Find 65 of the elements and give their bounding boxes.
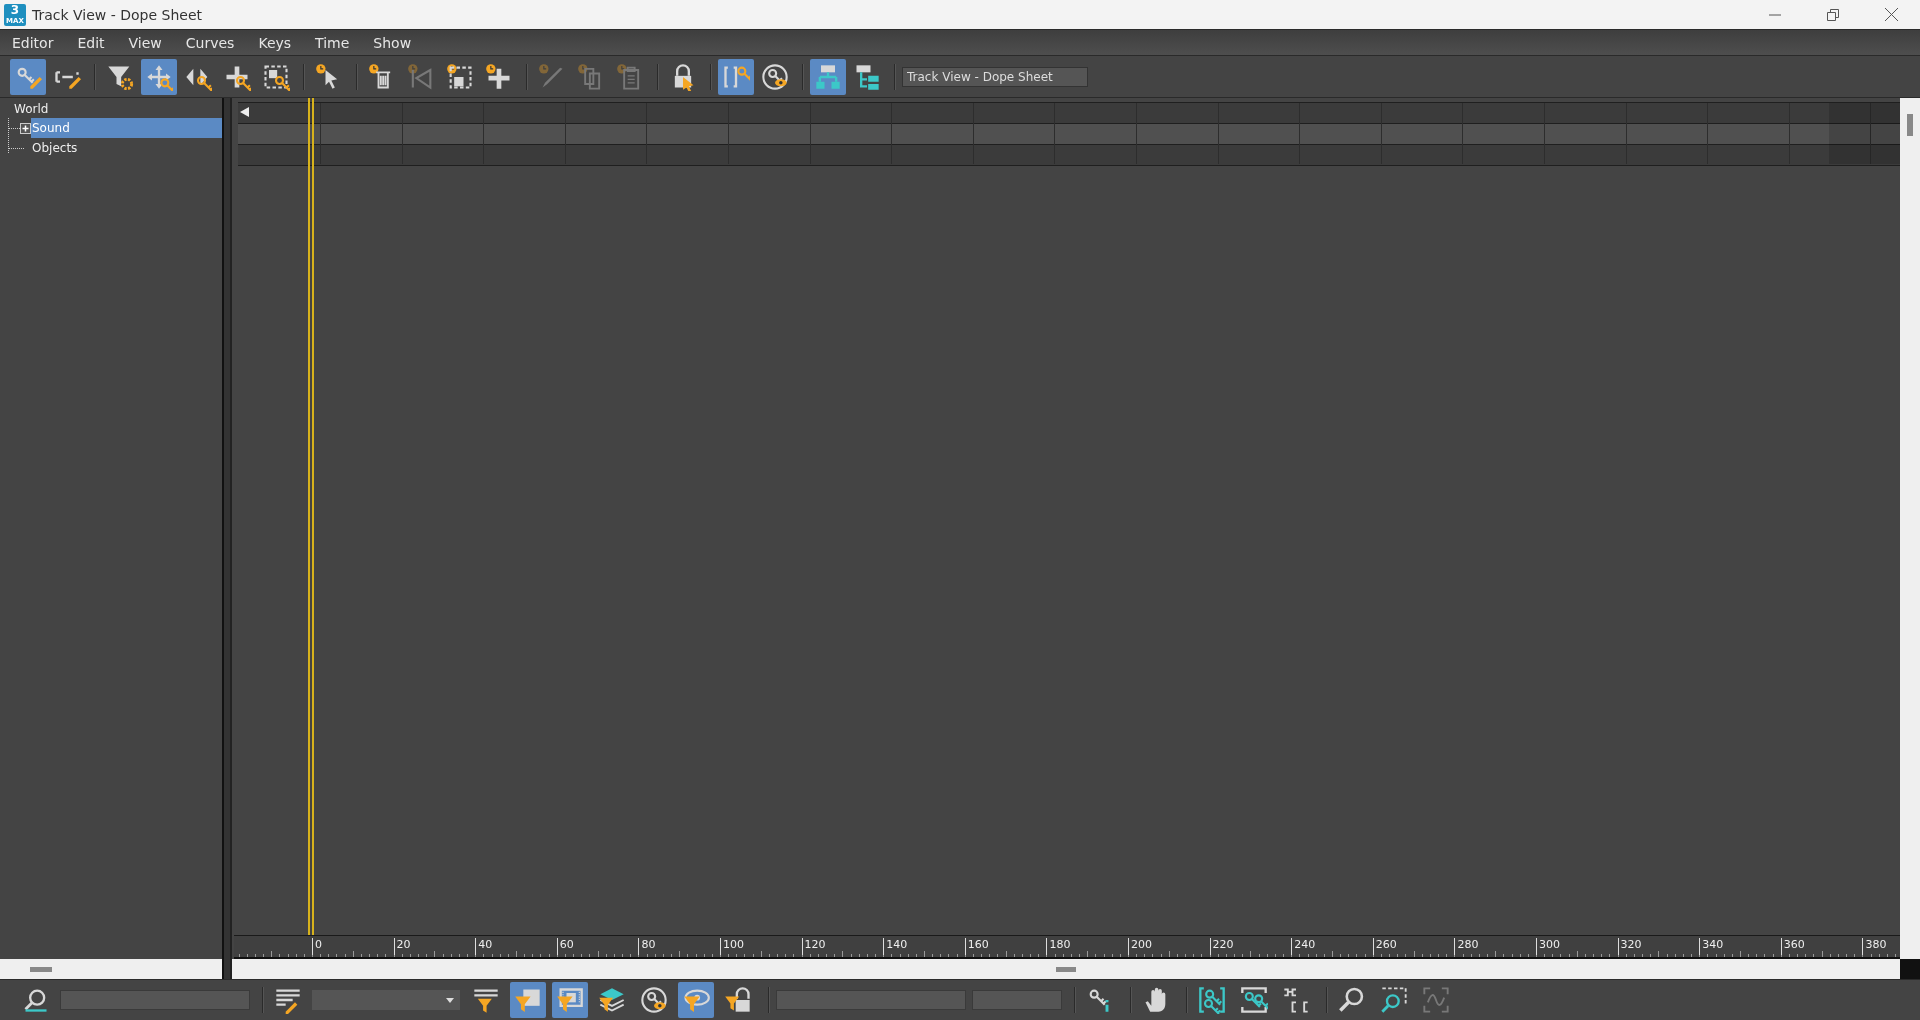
ruler-label: 20: [393, 938, 411, 955]
filter-film-icon: [556, 986, 584, 1014]
frame-curve-icon: [1422, 986, 1450, 1014]
ruler-label: 280: [1454, 938, 1479, 955]
key-pencil-button[interactable]: [10, 58, 46, 95]
horizontal-scrollbar[interactable]: [232, 959, 1900, 979]
tree-item[interactable]: Objects: [31, 138, 222, 158]
window-title: Track View - Dope Sheet: [32, 6, 204, 23]
hierarchy-icon: [814, 62, 842, 91]
ruler-label: 80: [638, 938, 656, 955]
menu-item[interactable]: Curves: [177, 34, 243, 51]
key-eye-icon: [640, 986, 668, 1014]
tree-item[interactable]: World: [6, 101, 222, 118]
name-field[interactable]: Track View - Dope Sheet: [902, 66, 1088, 87]
ruler-label: 120: [801, 938, 826, 955]
ruler-label: 40: [475, 938, 493, 955]
ruler-label: 320: [1617, 938, 1642, 955]
ruler-label: 240: [1291, 938, 1316, 955]
input-field[interactable]: [60, 990, 250, 1010]
track-row[interactable]: [238, 124, 1900, 145]
menu-item[interactable]: Time: [307, 34, 358, 51]
menu-item[interactable]: Editor: [4, 34, 62, 51]
ruler-label: 180: [1046, 938, 1071, 955]
menu-item[interactable]: Edit: [69, 34, 113, 51]
vertical-scrollbar[interactable]: [1900, 98, 1920, 979]
input-field[interactable]: [776, 990, 966, 1010]
input-field[interactable]: [972, 990, 1062, 1010]
out-of-range-area: [1829, 103, 1900, 164]
key-eye-icon: [761, 62, 789, 91]
filter-lock-icon: [724, 986, 752, 1014]
ruler-label: 200: [1128, 938, 1152, 955]
clock-plus-icon: [485, 62, 513, 91]
frame-keys-horizontal-icon: [1240, 986, 1268, 1014]
frame-keys-icon: [1198, 986, 1226, 1014]
ruler-label: 340: [1699, 938, 1724, 955]
expand-icon[interactable]: [20, 122, 31, 134]
menu-item[interactable]: Keys: [250, 34, 300, 51]
scale-key-icon: [262, 62, 290, 91]
ruler-label: 380: [1862, 938, 1887, 955]
ruler-label: 60: [556, 938, 574, 955]
track-row[interactable]: [238, 145, 1900, 166]
move-arrows-key-button[interactable]: [141, 58, 177, 95]
caret-icon: [446, 997, 454, 1003]
menu-item[interactable]: Show: [365, 34, 420, 51]
clock-scale-icon: [446, 62, 474, 91]
menu-item[interactable]: View: [120, 34, 170, 51]
tree-item[interactable]: Sound: [31, 118, 222, 138]
close-icon[interactable]: [1884, 8, 1898, 21]
frame-range-icon: [1282, 986, 1310, 1014]
filter-layers-icon: [598, 986, 626, 1014]
range-triangle-icon: [240, 107, 249, 117]
restore-icon[interactable]: [1827, 8, 1839, 21]
ruler-label: 300: [1536, 938, 1560, 955]
ruler-label: 0: [312, 938, 322, 955]
bracket-key-button[interactable]: [718, 58, 754, 95]
ruler-label: 260: [1372, 938, 1397, 955]
zoom-region-icon: [1380, 986, 1408, 1014]
hierarchy-button[interactable]: [810, 58, 846, 95]
ruler-label: 140: [883, 938, 908, 955]
ruler-label: 360: [1780, 938, 1805, 955]
ruler-label: 100: [720, 938, 744, 955]
horizontal-scrollbar[interactable]: [0, 959, 222, 979]
zoom-icon: [1338, 986, 1366, 1014]
ruler-label: 220: [1209, 938, 1234, 955]
ruler-label: 160: [964, 938, 989, 955]
